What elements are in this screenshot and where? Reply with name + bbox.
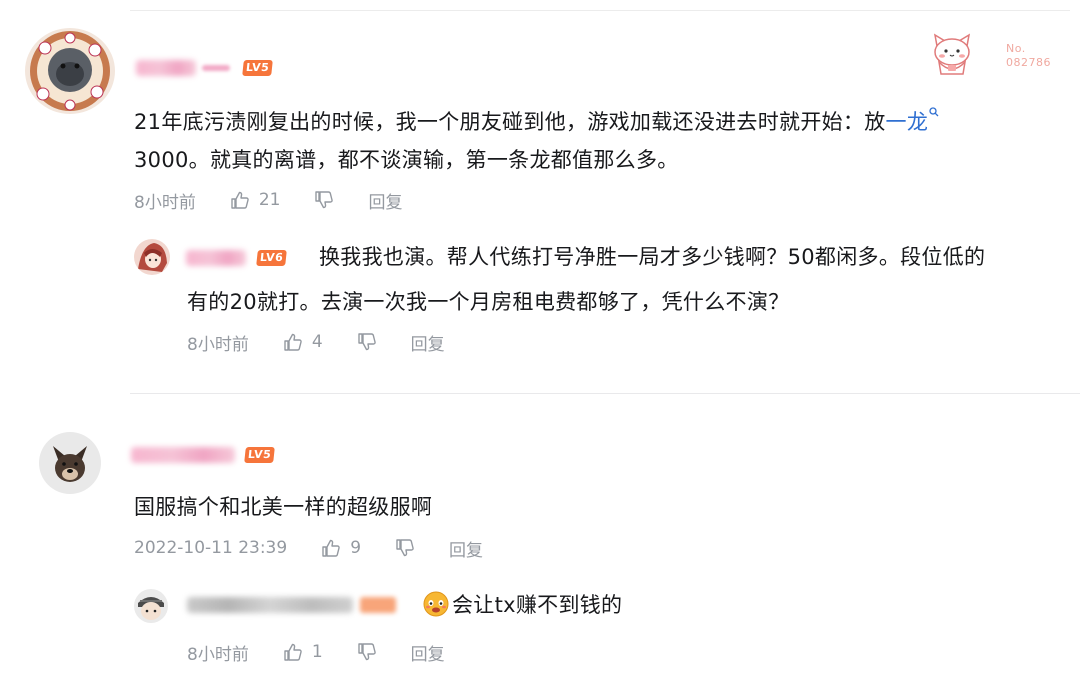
reply-username[interactable] bbox=[187, 597, 353, 613]
reply-button[interactable]: 回复 bbox=[411, 640, 445, 665]
thumbs-up-icon[interactable] bbox=[321, 538, 341, 558]
comment-text-line2: 3000。就真的离谱，都不谈演输，第一条龙都值那么多。 bbox=[134, 148, 679, 172]
comment-text-line1: 21年底污渍刚复出的时候，我一个朋友碰到他，游戏加载还没进去时就开始：放 bbox=[134, 110, 886, 134]
avatar[interactable] bbox=[39, 432, 101, 494]
level-badge: LV5 bbox=[244, 447, 276, 463]
like-count: 9 bbox=[350, 538, 362, 558]
thumbs-up-icon[interactable] bbox=[230, 190, 250, 210]
reply-text-line2: 有的20就打。去演一次我一个月房租电费都够了，凭什么不演？ bbox=[187, 290, 790, 314]
chibi-avatar-icon bbox=[134, 589, 168, 623]
emoji-icon bbox=[423, 591, 449, 617]
like-count: 21 bbox=[258, 190, 281, 210]
timestamp: 8小时前 bbox=[134, 192, 196, 213]
username[interactable] bbox=[131, 447, 235, 463]
reply-text-content: 会让tx赚不到钱的 bbox=[452, 593, 623, 617]
level-badge: LV5 bbox=[242, 60, 274, 76]
comment-text: 国服搞个和北美一样的超级服啊 bbox=[134, 495, 433, 519]
comment-divider bbox=[130, 393, 1080, 394]
timestamp: 8小时前 bbox=[187, 644, 249, 665]
comment-text: 21年底污渍刚复出的时候，我一个朋友碰到他，游戏加载还没进去时就开始：放一龙 bbox=[134, 103, 939, 141]
cat-sticker-icon bbox=[933, 33, 971, 75]
reply-text: 会让tx赚不到钱的 bbox=[423, 586, 622, 624]
bulldog-avatar-icon bbox=[39, 432, 101, 494]
reply-meta: 8小时前 1 回复 bbox=[187, 640, 445, 665]
thumbs-down-icon[interactable] bbox=[395, 538, 415, 558]
fan-number-label: No. bbox=[1006, 42, 1026, 55]
fan-number: No. 082786 bbox=[1006, 42, 1051, 70]
timestamp: 8小时前 bbox=[187, 334, 249, 355]
reply-button[interactable]: 回复 bbox=[449, 536, 483, 561]
reply-meta: 8小时前 4 回复 bbox=[187, 330, 445, 355]
search-link[interactable]: 一龙 bbox=[886, 110, 929, 134]
thumbs-up-icon[interactable] bbox=[283, 642, 303, 662]
reply-avatar[interactable] bbox=[134, 589, 168, 623]
reply-button[interactable]: 回复 bbox=[411, 330, 445, 355]
reply-level-badge bbox=[360, 597, 396, 613]
thumbs-down-icon[interactable] bbox=[357, 332, 377, 352]
comment-meta: 2022-10-11 23:39 9 回复 bbox=[134, 536, 483, 561]
thumbs-down-icon[interactable] bbox=[314, 190, 334, 210]
reply-level-badge: LV6 bbox=[256, 250, 288, 266]
like-count: 1 bbox=[311, 642, 323, 662]
thumbs-down-icon[interactable] bbox=[357, 642, 377, 662]
hamster-avatar-icon bbox=[25, 28, 115, 114]
comment-meta: 8小时前 21 回复 bbox=[134, 188, 402, 213]
avatar[interactable] bbox=[25, 28, 115, 114]
reply-button[interactable]: 回复 bbox=[368, 188, 402, 213]
thumbs-up-icon[interactable] bbox=[283, 332, 303, 352]
reply-username[interactable] bbox=[186, 250, 246, 266]
fan-number-value: 082786 bbox=[1006, 56, 1051, 69]
username-dots bbox=[202, 65, 230, 71]
reply-avatar[interactable] bbox=[134, 239, 170, 275]
comment-section: No. 082786 LV5 21年底污渍刚复出的时候，我一个朋友碰到他，游戏加… bbox=[0, 0, 1080, 678]
like-count: 4 bbox=[311, 332, 323, 352]
timestamp: 2022-10-11 23:39 bbox=[134, 538, 288, 558]
anime-avatar-icon bbox=[134, 239, 170, 275]
search-icon[interactable] bbox=[929, 107, 939, 117]
username[interactable] bbox=[136, 60, 196, 76]
reply-text-line1: 换我我也演。帮人代练打号净胜一局才多少钱啊？50都闲多。段位低的 bbox=[319, 245, 986, 269]
top-divider bbox=[130, 10, 1070, 11]
